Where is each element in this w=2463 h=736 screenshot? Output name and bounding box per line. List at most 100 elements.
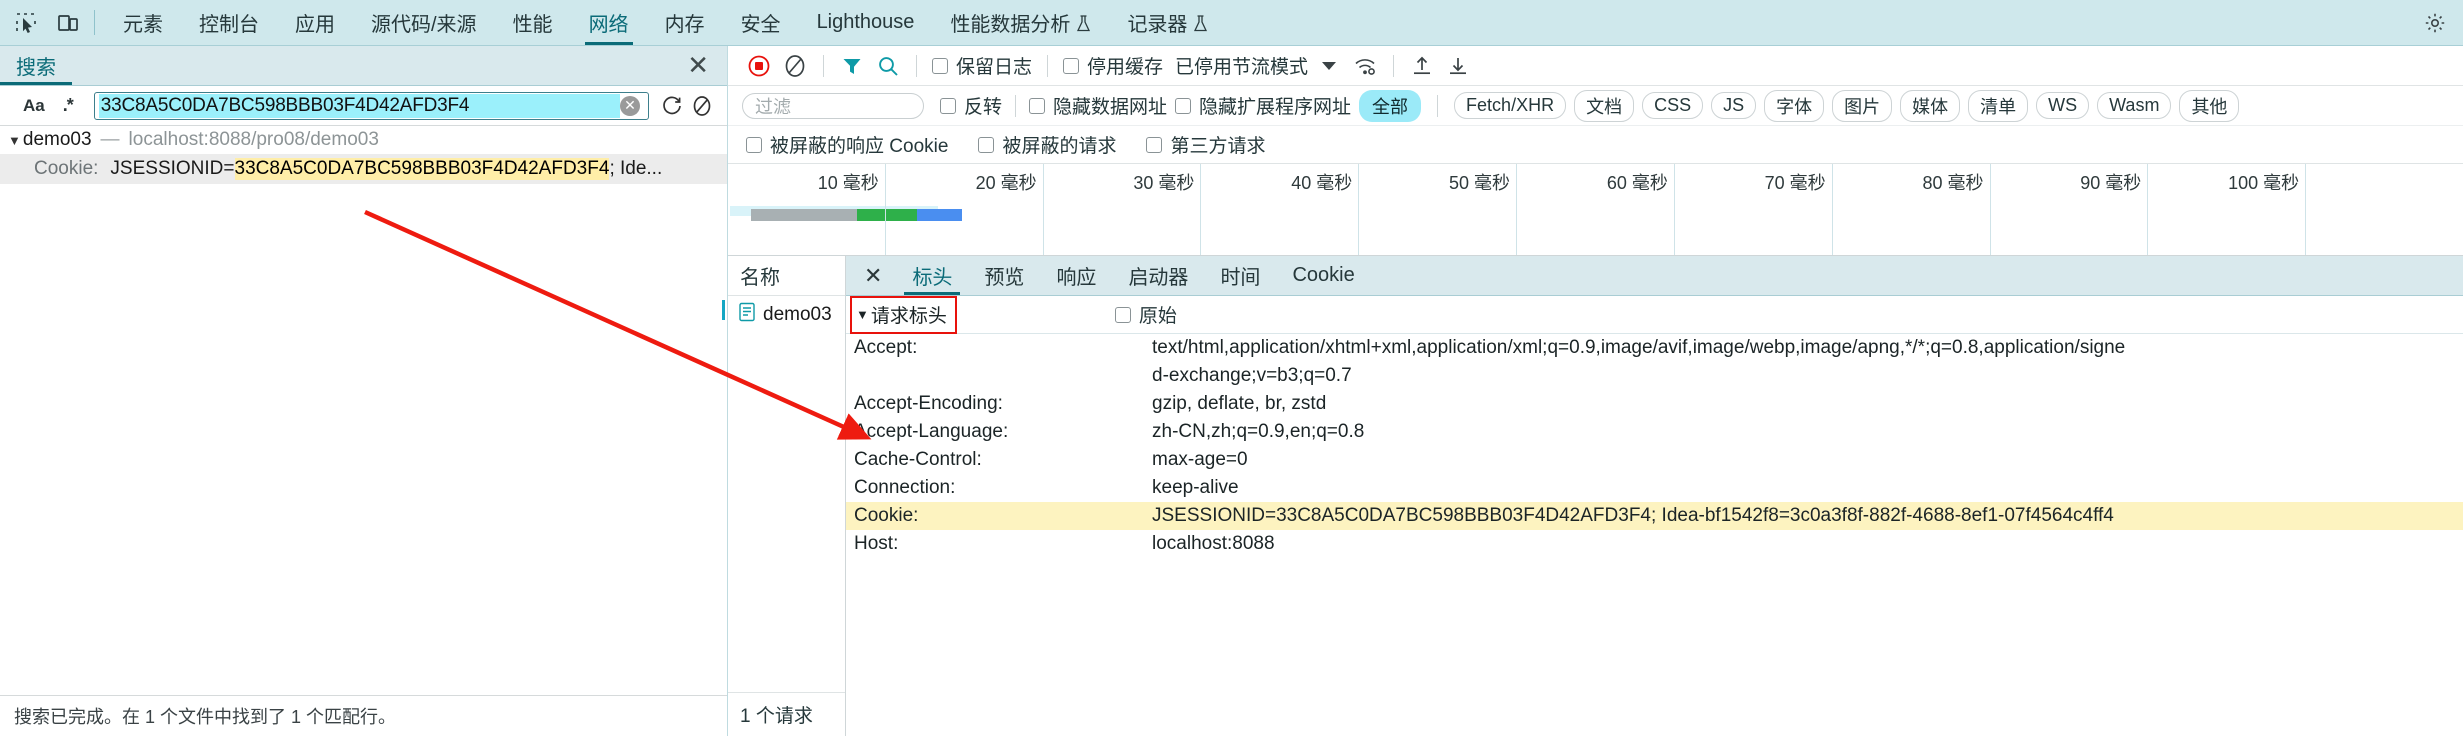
filter-type-img[interactable]: 图片: [1832, 89, 1893, 122]
filter-type-font[interactable]: 字体: [1764, 89, 1825, 122]
network-timeline-overview[interactable]: 10 毫秒 20 毫秒 30 毫秒 40 毫秒 50 毫秒 60 毫秒 70 毫…: [728, 164, 2463, 256]
tab-security[interactable]: 安全: [723, 0, 799, 45]
header-value: localhost:8088: [1152, 533, 1275, 554]
preserve-log-label: 保留日志: [956, 57, 1033, 78]
third-party-requests-checkbox[interactable]: 第三方请求: [1146, 131, 1265, 158]
tab-performance-insights[interactable]: 性能数据分析: [932, 0, 1109, 45]
tab-memory[interactable]: 内存: [647, 0, 723, 45]
refresh-icon[interactable]: [657, 91, 687, 121]
search-icon[interactable]: [871, 50, 905, 82]
filter-type-fetch-xhr[interactable]: Fetch/XHR: [1454, 92, 1567, 119]
header-row-cookie[interactable]: Cookie: JSESSIONID=33C8A5C0DA7BC598BBB03…: [846, 502, 2463, 530]
close-search-panel-icon[interactable]: ✕: [669, 46, 727, 85]
hide-extension-urls-label: 隐藏扩展程序网址: [1199, 97, 1352, 118]
timeline-tick-label: 20 毫秒: [975, 173, 1037, 193]
search-result-file[interactable]: ▼ demo03 — localhost:8088/pro08/demo03: [0, 126, 727, 154]
tab-preview[interactable]: 预览: [968, 256, 1040, 295]
request-name-column-header[interactable]: 名称: [728, 256, 845, 296]
disable-cache-checkbox[interactable]: 停用缓存: [1063, 52, 1163, 79]
filter-type-media[interactable]: 媒体: [1900, 89, 1961, 122]
tab-console[interactable]: 控制台: [181, 0, 277, 45]
search-result-match[interactable]: Cookie: JSESSIONID= 33C8A5C0DA7BC598BBB03…: [0, 154, 727, 184]
filter-type-doc[interactable]: 文档: [1574, 89, 1635, 122]
tab-application[interactable]: 应用: [277, 0, 353, 45]
tab-network[interactable]: 网络: [571, 0, 647, 45]
tab-lighthouse[interactable]: Lighthouse: [799, 0, 933, 45]
tab-cookies[interactable]: Cookie: [1276, 256, 1370, 295]
tab-initiator[interactable]: 启动器: [1112, 256, 1204, 295]
regex-button[interactable]: .*: [54, 93, 82, 118]
record-stop-icon[interactable]: [742, 50, 776, 82]
search-input[interactable]: 33C8A5C0DA7BC598BBB03F4D42AFD3F4 ✕: [93, 91, 649, 120]
blocked-requests-checkbox[interactable]: 被屏蔽的请求: [978, 131, 1116, 158]
match-case-button[interactable]: Aa: [14, 94, 54, 118]
header-row[interactable]: Cache-Control: max-age=0: [846, 446, 2463, 474]
clear-network-icon[interactable]: [778, 50, 812, 82]
flask-icon: [1076, 14, 1091, 33]
preserve-log-checkbox[interactable]: 保留日志: [932, 52, 1032, 79]
timeline-tick-cell: 70 毫秒: [1673, 164, 1832, 255]
export-har-icon[interactable]: [1441, 50, 1475, 82]
tab-label: 应用: [295, 14, 335, 36]
timeline-tick-label: 40 毫秒: [1291, 173, 1353, 193]
blocked-response-cookies-checkbox[interactable]: 被屏蔽的响应 Cookie: [746, 131, 948, 158]
tab-performance[interactable]: 性能: [495, 0, 571, 45]
blocked-requests-label: 被屏蔽的请求: [1002, 136, 1117, 157]
filter-input[interactable]: 过滤: [742, 92, 924, 119]
tab-elements[interactable]: 元素: [105, 0, 181, 45]
header-row[interactable]: Host: localhost:8088: [846, 530, 2463, 558]
tab-timing[interactable]: 时间: [1204, 256, 1276, 295]
timeline-tick-label: 70 毫秒: [1764, 173, 1826, 193]
filter-type-manifest[interactable]: 清单: [1968, 89, 2029, 122]
network-toolbar: 保留日志 停用缓存 已停用节流模式: [728, 46, 2463, 86]
header-row[interactable]: Connection: keep-alive: [846, 474, 2463, 502]
third-party-label: 第三方请求: [1170, 136, 1266, 157]
timeline-tick-cell: 80 毫秒: [1831, 164, 1990, 255]
devtools-tool-icons: [0, 0, 88, 45]
search-input-value: 33C8A5C0DA7BC598BBB03F4D42AFD3F4: [98, 93, 620, 118]
filter-type-js[interactable]: JS: [1711, 92, 1757, 119]
toolbar-divider: [1047, 54, 1049, 77]
network-conditions-icon[interactable]: [1348, 50, 1382, 82]
tab-response[interactable]: 响应: [1040, 256, 1112, 295]
filter-funnel-icon[interactable]: [835, 50, 869, 82]
tab-label: 控制台: [199, 14, 259, 36]
inspect-element-icon[interactable]: [12, 9, 40, 37]
tab-search[interactable]: 搜索: [0, 46, 72, 85]
tab-recorder[interactable]: 记录器: [1109, 0, 1226, 45]
settings-gear-icon[interactable]: [2421, 9, 2449, 37]
request-headers-section-title[interactable]: ▼ 请求标头: [850, 295, 957, 334]
table-row[interactable]: demo03: [728, 296, 845, 334]
checkbox-box: [1063, 57, 1080, 74]
expand-triangle-icon[interactable]: ▼: [8, 133, 21, 148]
checkbox-box: [940, 97, 956, 114]
invert-checkbox[interactable]: 反转: [940, 92, 1002, 119]
filter-type-all[interactable]: 全部: [1359, 89, 1422, 122]
filter-type-ws[interactable]: WS: [2036, 92, 2090, 119]
checkbox-box: [978, 136, 995, 153]
request-count-label: 1 个请求: [728, 692, 845, 736]
chevron-down-icon: [1322, 61, 1337, 70]
toolbar-divider: [1437, 94, 1439, 117]
timeline-tick-label: 30 毫秒: [1133, 173, 1195, 193]
filter-type-wasm[interactable]: Wasm: [2097, 92, 2172, 119]
import-har-icon[interactable]: [1405, 50, 1439, 82]
tab-label: 内存: [664, 14, 705, 36]
device-toolbar-icon[interactable]: [54, 9, 82, 37]
timeline-tick-label: 50 毫秒: [1449, 173, 1511, 193]
clear-search-icon[interactable]: ✕: [620, 95, 640, 116]
throttling-select[interactable]: 已停用节流模式: [1175, 52, 1337, 79]
header-row[interactable]: Accept: text/html,application/xhtml+xml,…: [846, 334, 2463, 362]
disable-cache-label: 停用缓存: [1087, 57, 1164, 78]
header-row[interactable]: Accept-Encoding: gzip, deflate, br, zstd: [846, 390, 2463, 418]
hide-extension-urls-checkbox[interactable]: 隐藏扩展程序网址: [1175, 92, 1351, 119]
filter-type-css[interactable]: CSS: [1642, 92, 1704, 119]
header-row[interactable]: Accept-Language: zh-CN,zh;q=0.9,en;q=0.8: [846, 418, 2463, 446]
tab-sources[interactable]: 源代码/来源: [353, 0, 495, 45]
hide-data-urls-checkbox[interactable]: 隐藏数据网址: [1029, 92, 1167, 119]
clear-all-icon[interactable]: [687, 91, 717, 121]
filter-type-other[interactable]: 其他: [2179, 89, 2240, 122]
tab-headers[interactable]: 标头: [896, 256, 968, 295]
raw-checkbox[interactable]: 原始: [1114, 301, 1177, 328]
close-detail-icon[interactable]: ✕: [846, 256, 896, 295]
